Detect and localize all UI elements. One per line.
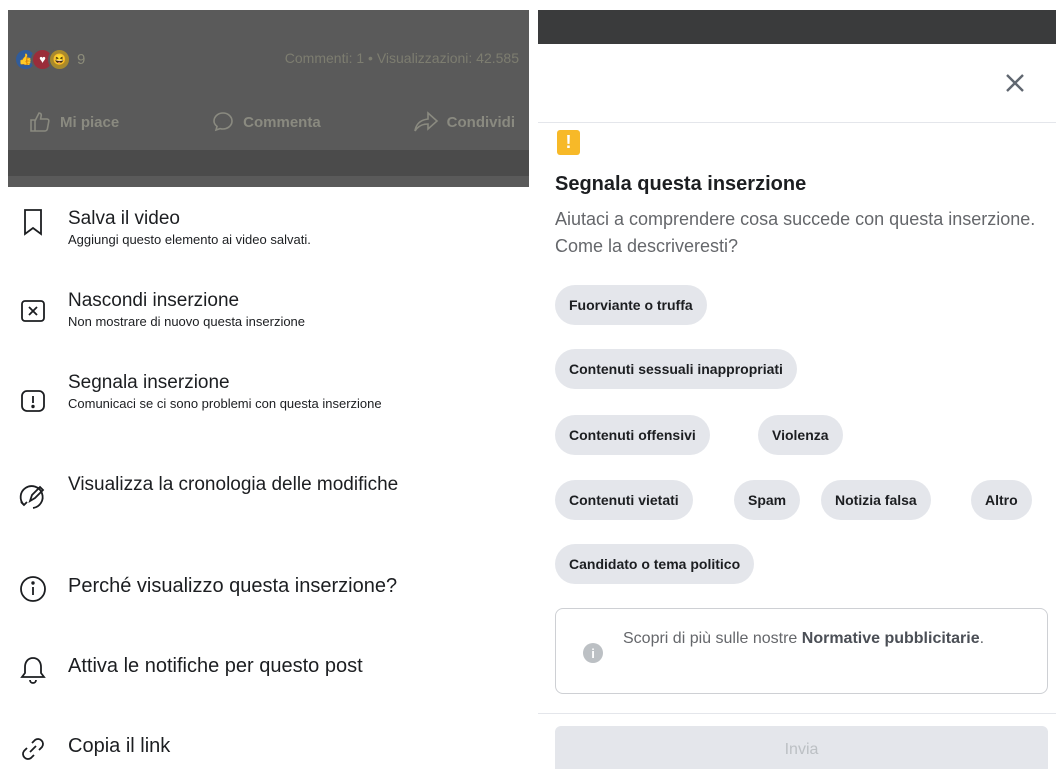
- menu-item-turn-on-notifications[interactable]: Attiva le notifiche per questo post: [8, 655, 533, 685]
- comment-button[interactable]: Commenta: [211, 110, 321, 134]
- post-divider: [8, 150, 529, 176]
- option-misleading-or-scam[interactable]: Fuorviante o truffa: [555, 285, 707, 325]
- report-ad-dialog: ! Segnala questa inserzione Aiutaci a co…: [538, 0, 1056, 769]
- menu-item-copy-link[interactable]: Copia il link: [8, 735, 533, 763]
- like-button[interactable]: Mi piace: [28, 110, 119, 134]
- close-button[interactable]: [998, 66, 1032, 100]
- menu-item-subtitle: Comunicaci se ci sono problemi con quest…: [68, 396, 382, 411]
- like-label: Mi piace: [60, 113, 120, 131]
- menu-item-title: Perché visualizzo questa inserzione?: [68, 575, 398, 597]
- close-icon: [1006, 74, 1024, 92]
- dialog-title: Segnala questa inserzione: [555, 173, 807, 195]
- info-text-suffix: .: [979, 630, 985, 647]
- menu-item-title: Visualizza la cronologia delle modifiche: [68, 474, 399, 495]
- option-prohibited-content[interactable]: Contenuti vietati: [555, 480, 693, 520]
- option-political-candidate-or-issue[interactable]: Candidato o tema politico: [555, 544, 755, 584]
- menu-item-subtitle: Non mostrare di nuovo questa inserzione: [68, 314, 306, 329]
- warning-badge-icon: !: [557, 130, 580, 155]
- link-icon: [22, 738, 44, 760]
- ad-policies-link[interactable]: Normative pubblicitarie: [802, 630, 980, 647]
- menu-item-title: Nascondi inserzione: [68, 290, 240, 311]
- menu-item-hide-ad[interactable]: Nascondi inserzione Non mostrare di nuov…: [8, 289, 533, 330]
- option-offensive-content[interactable]: Contenuti offensivi: [555, 415, 710, 455]
- dimmed-background-strip: [538, 10, 1056, 44]
- menu-item-title: Attiva le notifiche per questo post: [68, 655, 363, 677]
- header-separator: [538, 122, 1056, 123]
- thumbs-up-icon: [30, 112, 50, 132]
- dimmed-post-preview: 👍 ♥ 😆 9 Commenti: 1 • Visualizzazioni: 4…: [8, 10, 529, 187]
- info-text-prefix: Scopri di più sulle nostre: [623, 630, 802, 647]
- menu-item-title: Copia il link: [68, 735, 171, 757]
- menu-item-title: Segnala inserzione: [68, 372, 230, 393]
- share-icon: [413, 111, 438, 132]
- menu-item-edit-history[interactable]: Visualizza la cronologia delle modifiche: [8, 473, 533, 513]
- footer-separator: [538, 713, 1056, 714]
- bell-icon: [20, 657, 46, 684]
- submit-button[interactable]: Invia: [555, 726, 1048, 769]
- share-button[interactable]: Condividi: [413, 110, 515, 134]
- report-exclamation-icon: [21, 390, 45, 412]
- post-options-panel: 👍 ♥ 😆 9 Commenti: 1 • Visualizzazioni: 4…: [0, 0, 538, 769]
- option-spam[interactable]: Spam: [734, 480, 801, 520]
- reactions-summary[interactable]: 👍 ♥ 😆 9: [14, 48, 85, 71]
- comment-icon: [213, 112, 233, 132]
- haha-reaction-icon: 😆: [48, 48, 71, 71]
- ad-policies-info-box: i Scopri di più sulle nostre Normative p…: [555, 608, 1048, 694]
- option-sexual-content[interactable]: Contenuti sessuali inappropriati: [555, 349, 797, 389]
- dialog-description: Aiutaci a comprendere cosa succede con q…: [555, 209, 1036, 256]
- share-label: Condividi: [446, 113, 515, 131]
- bookmark-icon: [24, 209, 42, 236]
- option-other[interactable]: Altro: [971, 480, 1032, 520]
- menu-item-title: Salva il video: [68, 208, 180, 229]
- ad-policies-info-text: Scopri di più sulle nostre Normative pub…: [623, 627, 1023, 651]
- menu-item-subtitle: Aggiungi questo elemento ai video salvat…: [68, 232, 311, 247]
- menu-item-why-this-ad[interactable]: Perché visualizzo questa inserzione?: [8, 575, 533, 603]
- option-violence[interactable]: Violenza: [758, 415, 843, 455]
- option-false-news[interactable]: Notizia falsa: [821, 480, 931, 520]
- info-icon: [20, 576, 46, 602]
- info-circle-icon: i: [583, 643, 603, 663]
- comment-label: Commenta: [243, 113, 321, 131]
- post-stats[interactable]: Commenti: 1 • Visualizzazioni: 42.585: [285, 50, 519, 66]
- menu-item-save-video[interactable]: Salva il video Aggiungi questo elemento …: [8, 207, 533, 248]
- hide-x-icon: [21, 300, 45, 322]
- edit-history-icon: [19, 485, 45, 509]
- post-action-bar: Mi piace Commenta Condividi: [8, 110, 529, 134]
- menu-item-report-ad[interactable]: Segnala inserzione Comunicaci se ci sono…: [8, 371, 533, 413]
- reaction-count: 9: [77, 51, 86, 68]
